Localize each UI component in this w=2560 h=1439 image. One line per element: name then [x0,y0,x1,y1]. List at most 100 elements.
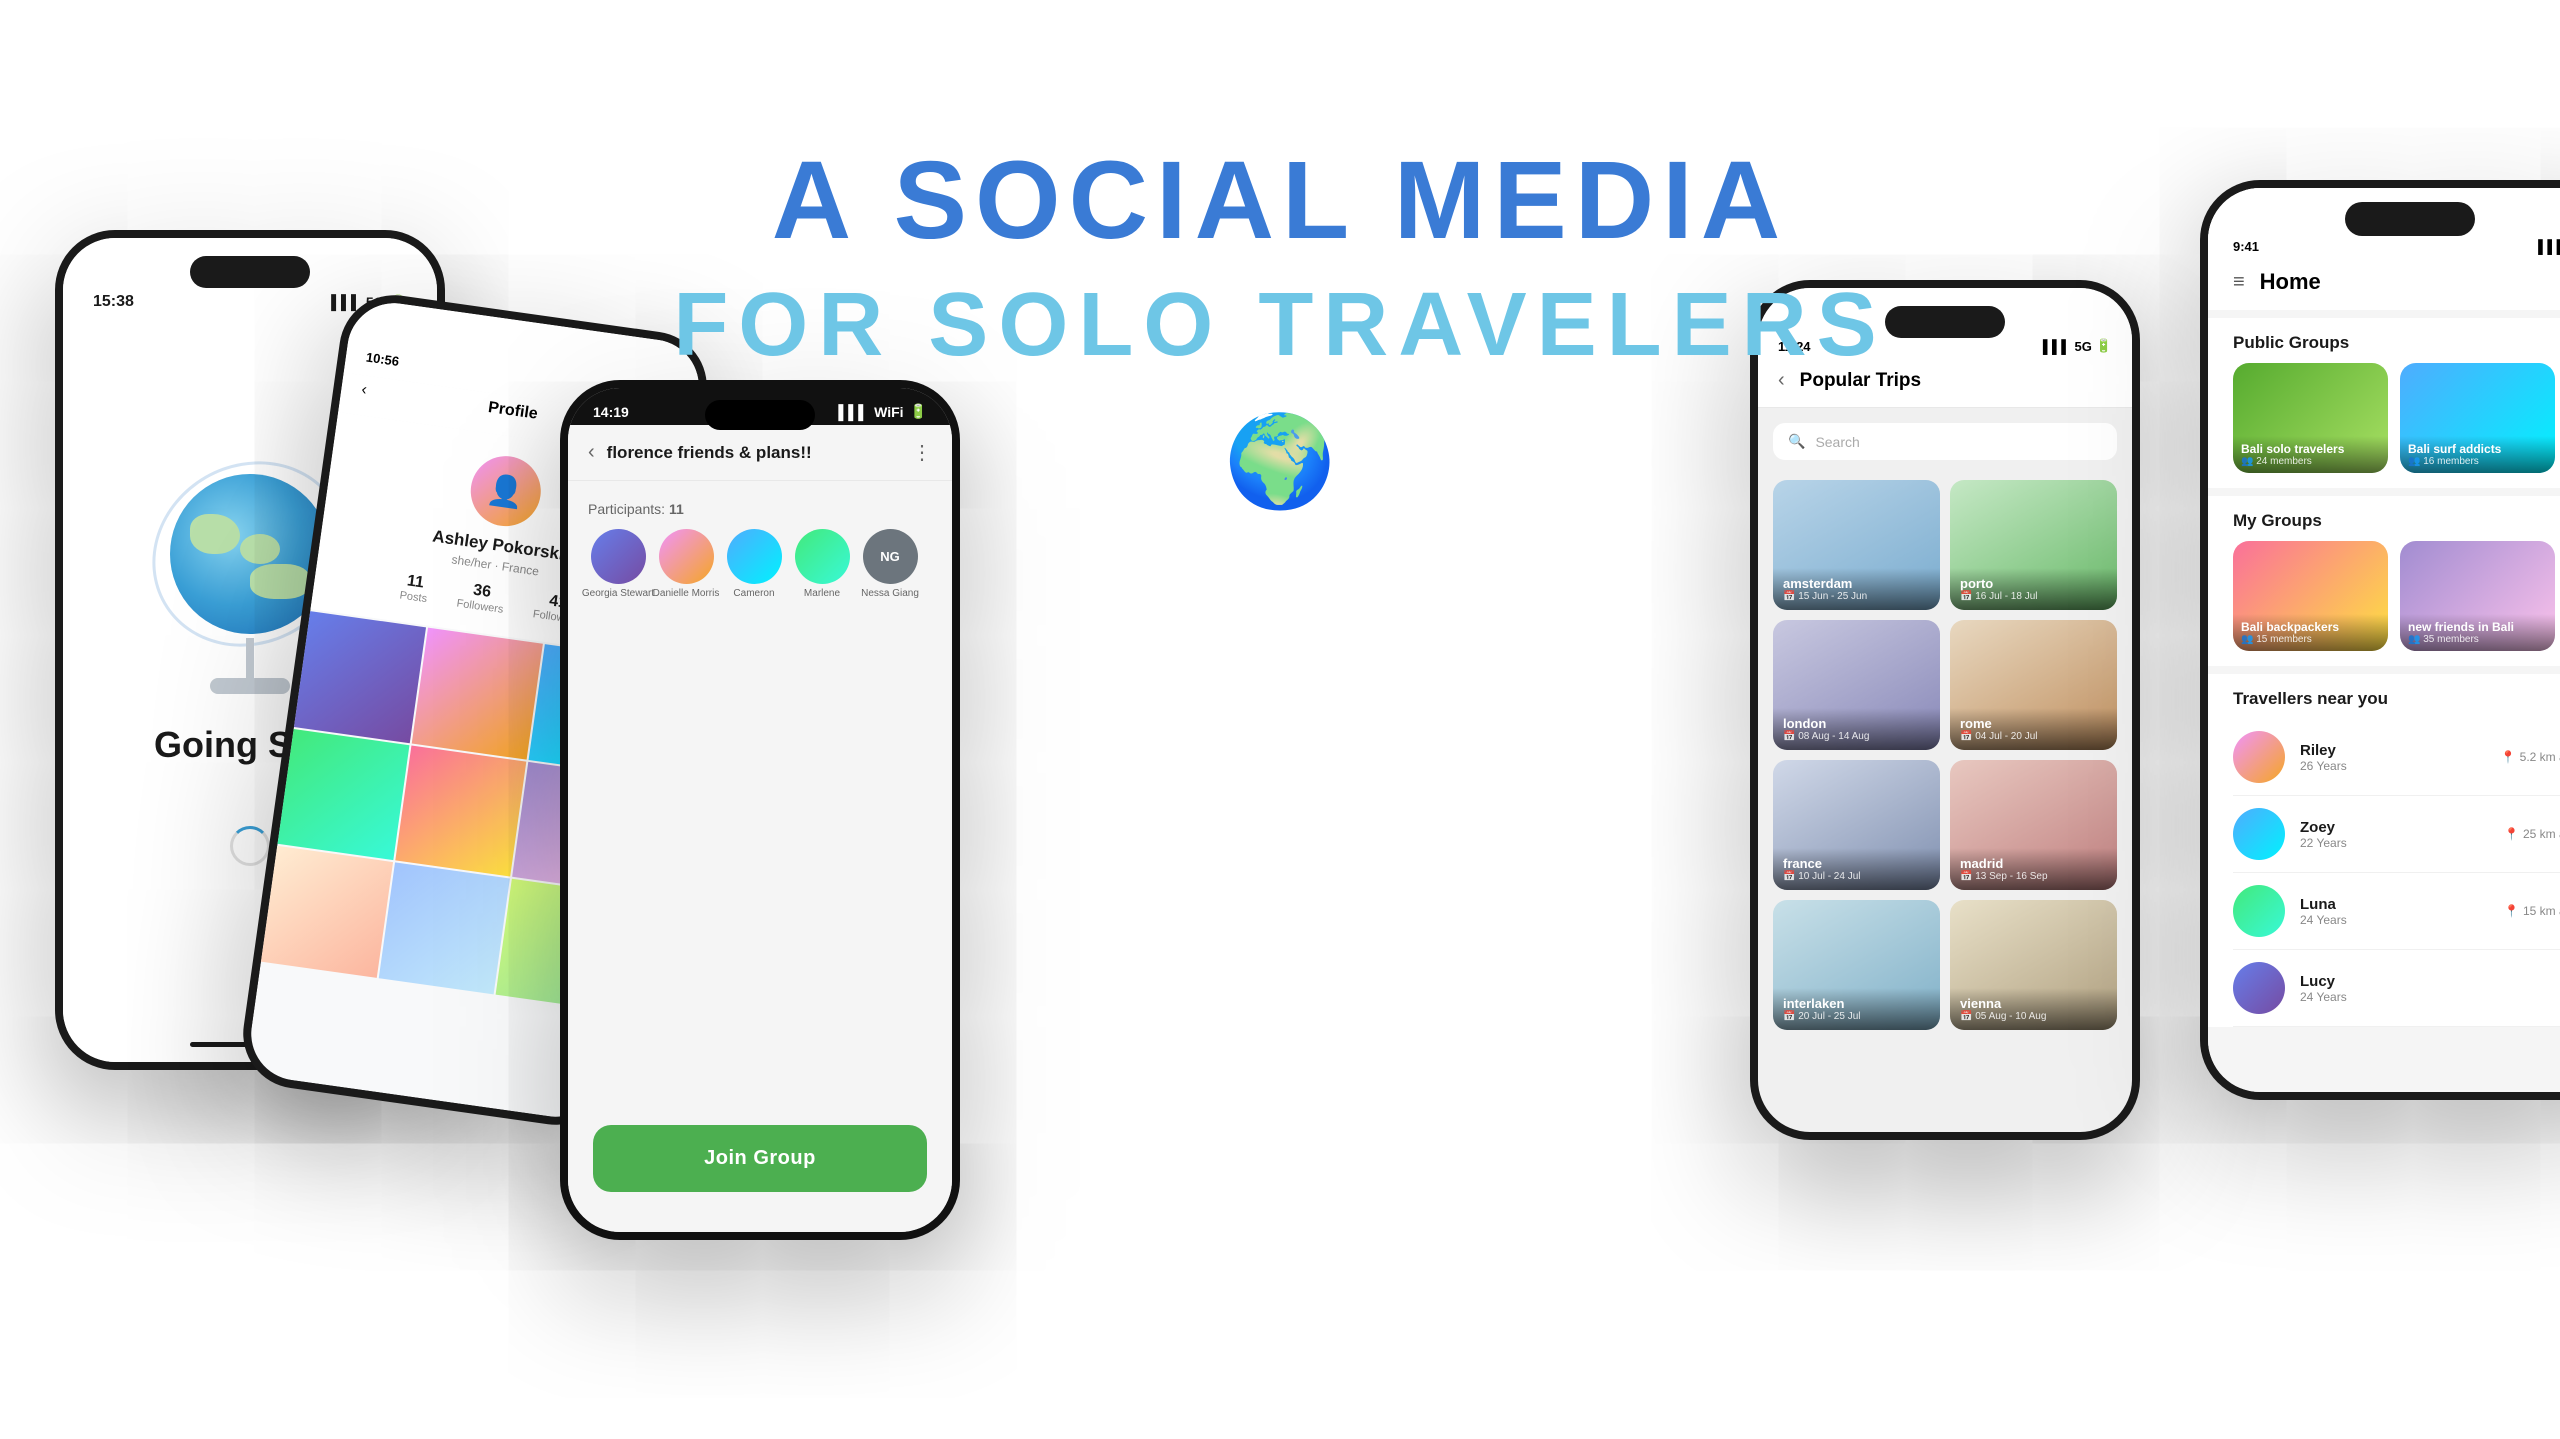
group-card-bali-solo[interactable]: Bali solo travelers 👥 24 members [2233,363,2388,473]
trip-overlay-vienna: vienna 📅 05 Aug - 10 Aug [1950,988,2117,1030]
group-card-bali-surf-name: Bali surf addicts [2408,442,2547,456]
phone4-notch [1885,306,2005,338]
trip-card-rome[interactable]: rome 📅 04 Jul - 20 Jul [1950,620,2117,750]
trip-card-porto[interactable]: porto 📅 16 Jul - 18 Jul [1950,480,2117,610]
participant-avatar-4 [795,529,850,584]
participant-avatar-5: NG [863,529,918,584]
group-card-bali-surf[interactable]: Bali surf addicts 👥 16 members [2400,363,2555,473]
phone3-participant-avatars: Georgia Stewart Danielle Morris Cameron … [588,529,932,599]
location-icon-zoey: 📍 [2504,827,2519,841]
trip-card-london[interactable]: london 📅 08 Aug - 14 Aug [1773,620,1940,750]
trip-date-london: 📅 08 Aug - 14 Aug [1783,731,1930,742]
phone2-back-btn[interactable]: ‹ [360,381,368,400]
globe-stand [210,638,290,694]
group-card-bali-backpackers-name: Bali backpackers [2241,620,2380,634]
traveller-avatar-luna [2233,885,2285,937]
traveller-info-luna: Luna 24 Years [2300,896,2489,927]
globe-land-1 [190,514,240,554]
photo-cell-2 [411,628,543,760]
globe-stand-base [210,678,290,694]
join-group-button[interactable]: Join Group [593,1125,927,1192]
group-card-new-friends-bali[interactable]: new friends in Bali 👥 35 members [2400,541,2555,651]
phone3-dynamic-island [705,400,815,430]
phone3-chat-area [568,609,952,1105]
group-card-bali-backpackers[interactable]: Bali backpackers 👥 15 members [2233,541,2388,651]
trip-overlay-france: france 📅 10 Jul - 24 Jul [1773,848,1940,890]
traveller-age-lucy: 24 Years [2300,990,2560,1004]
phone5-screen: 9:41 ▌▌▌ 🔋 ≡ Home ! Public Groups See [2208,188,2560,1092]
phone4-battery: 🔋 [2096,338,2112,354]
traveller-luna[interactable]: Luna 24 Years 📍 15 km away [2233,873,2560,950]
participant-5: NG Nessa Giang [860,529,920,599]
location-icon-luna: 📍 [2504,904,2519,918]
participant-name-4: Marlene [804,588,840,599]
traveller-riley[interactable]: Riley 26 Years 📍 5.2 km away [2233,719,2560,796]
globe-stand-rod [246,638,254,678]
traveller-dist-luna: 📍 15 km away [2504,904,2560,918]
group-card-bali-surf-members: 👥 16 members [2408,456,2547,467]
phone5-header: ≡ Home ! [2208,264,2560,310]
phone1-signal-bars: ▌▌▌ [331,294,361,310]
public-groups-row: Bali solo travelers 👥 24 members Bali su… [2208,363,2560,488]
hero-section: A SOCIAL MEDIA FOR SOLO TRAVELERS 🌍 [673,140,1886,514]
trip-card-interlaken[interactable]: interlaken 📅 20 Jul - 25 Jul [1773,900,1940,1030]
phone1-time: 15:38 [93,293,134,311]
public-groups-section: Public Groups See Bali solo travelers 👥 … [2208,318,2560,488]
phone3-screen: 14:19 ▌▌▌ WiFi 🔋 ‹ florence friends & pl… [568,388,952,1232]
phone3-back-btn[interactable]: ‹ [588,441,595,464]
traveller-zoey[interactable]: Zoey 22 Years 📍 25 km away [2233,796,2560,873]
phone1-loader [230,826,270,866]
travellers-title: Travellers near you [2233,689,2388,709]
photo-cell-7 [261,846,393,978]
trip-overlay-london: london 📅 08 Aug - 14 Aug [1773,708,1940,750]
phone4-status-right: ▌▌▌ 5G 🔋 [2043,338,2112,354]
phone2-header-title: Profile [487,399,539,424]
menu-icon[interactable]: ≡ [2233,271,2245,294]
participant-1: Georgia Stewart [588,529,648,599]
my-groups-title: My Groups [2233,511,2322,531]
my-groups-section: My Groups See Bali backpackers 👥 15 memb… [2208,496,2560,666]
group-card-bali-solo-name: Bali solo travelers [2241,442,2380,456]
phone3-join-btn-container: Join Group [568,1105,952,1232]
location-icon-riley: 📍 [2501,750,2516,764]
stat-posts: 11 Posts [399,572,430,606]
phone1-notch [190,256,310,288]
trip-card-madrid[interactable]: madrid 📅 13 Sep - 16 Sep [1950,760,2117,890]
participant-4: Marlene [792,529,852,599]
trip-card-france[interactable]: france 📅 10 Jul - 24 Jul [1773,760,1940,890]
trip-name-london: london [1783,716,1930,731]
phone2-avatar: 👤 [466,452,545,531]
group-card-new-friends-bali-name: new friends in Bali [2408,620,2547,634]
phone4-network: 5G [2074,339,2091,354]
trip-overlay-interlaken: interlaken 📅 20 Jul - 25 Jul [1773,988,1940,1030]
trip-card-vienna[interactable]: vienna 📅 05 Aug - 10 Aug [1950,900,2117,1030]
traveller-name-riley: Riley [2300,742,2486,759]
traveller-name-lucy: Lucy [2300,973,2560,990]
traveller-age-luna: 24 Years [2300,913,2489,927]
group-card-new-friends-bali-members: 👥 35 members [2408,634,2547,645]
trip-overlay-madrid: madrid 📅 13 Sep - 16 Sep [1950,848,2117,890]
trip-date-amsterdam: 📅 15 Jun - 25 Jun [1783,591,1930,602]
traveller-info-lucy: Lucy 24 Years [2300,973,2560,1004]
participant-name-3: Cameron [733,588,774,599]
trip-name-madrid: madrid [1960,856,2107,871]
traveller-lucy[interactable]: Lucy 24 Years [2233,950,2560,1027]
group-card-bali-solo-members: 👥 24 members [2241,456,2380,467]
participant-2: Danielle Morris [656,529,716,599]
traveller-avatar-lucy [2233,962,2285,1014]
phone3-content: 14:19 ▌▌▌ WiFi 🔋 ‹ florence friends & pl… [568,388,952,1232]
trip-date-rome: 📅 04 Jul - 20 Jul [1960,731,2107,742]
phone2-time: 10:56 [365,349,400,369]
phone5-time: 9:41 [2233,239,2259,254]
traveller-age-riley: 26 Years [2300,759,2486,773]
trip-date-porto: 📅 16 Jul - 18 Jul [1960,591,2107,602]
phone5-title: Home [2260,269,2554,295]
trip-name-france: france [1783,856,1930,871]
phone5-notch [2345,202,2475,236]
trip-name-rome: rome [1960,716,2107,731]
photo-cell-5 [395,745,527,877]
globe-emoji: 🌍 [673,409,1886,514]
traveller-dist-riley: 📍 5.2 km away [2501,750,2560,764]
trip-name-amsterdam: amsterdam [1783,576,1930,591]
traveller-info-zoey: Zoey 22 Years [2300,819,2489,850]
